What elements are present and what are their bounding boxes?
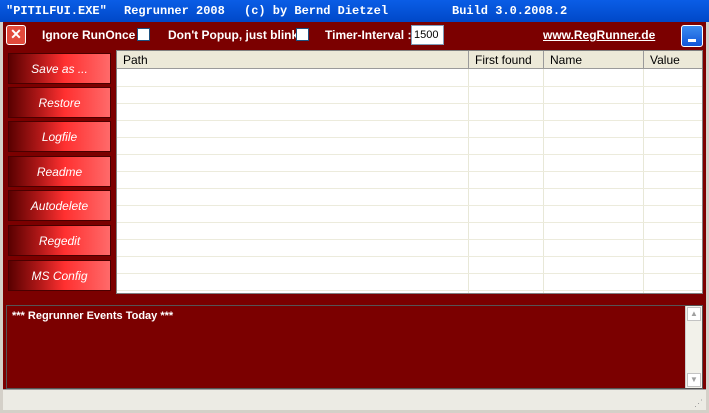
column-header-path[interactable]: Path bbox=[117, 51, 469, 69]
grid-row-line bbox=[117, 256, 702, 257]
close-icon: ✕ bbox=[10, 26, 22, 42]
minimize-button[interactable] bbox=[681, 25, 703, 47]
grid-row-line bbox=[117, 137, 702, 138]
grid-row-line bbox=[117, 290, 702, 291]
logfile-button[interactable]: Logfile bbox=[8, 121, 111, 152]
grid-row-line bbox=[117, 86, 702, 87]
save-as-button[interactable]: Save as ... bbox=[8, 53, 111, 84]
grid-row-line bbox=[117, 188, 702, 189]
scroll-up-arrow-icon[interactable]: ▲ bbox=[687, 307, 701, 321]
top-options-bar: ✕ Ignore RunOnce Don't Popup, just blink… bbox=[3, 22, 706, 50]
grid-row-line bbox=[117, 273, 702, 274]
title-name: Regrunner 2008 bbox=[124, 4, 225, 18]
events-log-text: *** Regrunner Events Today *** bbox=[12, 310, 174, 322]
main-frame: ✕ Ignore RunOnce Don't Popup, just blink… bbox=[3, 22, 706, 410]
column-header-name[interactable]: Name bbox=[544, 51, 644, 69]
timer-interval-input[interactable] bbox=[411, 25, 444, 45]
title-app: "PITILFUI.EXE" bbox=[6, 4, 107, 18]
readme-button[interactable]: Readme bbox=[8, 156, 111, 187]
grid-row-line bbox=[117, 222, 702, 223]
title-bar: "PITILFUI.EXE" Regrunner 2008 (c) by Ber… bbox=[0, 0, 709, 22]
title-copyright: (c) by Bernd Dietzel bbox=[244, 4, 389, 18]
restore-button[interactable]: Restore bbox=[8, 87, 111, 118]
scroll-down-arrow-icon[interactable]: ▼ bbox=[687, 373, 701, 387]
minimize-icon bbox=[688, 39, 696, 42]
grid-row-line bbox=[117, 103, 702, 104]
results-grid[interactable]: Path First found Name Value bbox=[116, 50, 703, 294]
grid-row-line bbox=[117, 120, 702, 121]
status-bar: ⋰ bbox=[3, 389, 706, 410]
grid-row-line bbox=[117, 205, 702, 206]
grid-row-line bbox=[117, 154, 702, 155]
grid-header: Path First found Name Value bbox=[117, 51, 702, 69]
events-scrollbar[interactable]: ▲ ▼ bbox=[685, 306, 702, 388]
regedit-button[interactable]: Regedit bbox=[8, 225, 111, 256]
timer-interval-label: Timer-Interval : bbox=[325, 28, 412, 42]
column-header-value[interactable]: Value bbox=[644, 51, 702, 69]
ignore-runonce-label: Ignore RunOnce bbox=[42, 28, 136, 42]
autodelete-button[interactable]: Autodelete bbox=[8, 190, 111, 221]
grid-row-line bbox=[117, 239, 702, 240]
title-build: Build 3.0.2008.2 bbox=[452, 4, 568, 18]
dont-popup-checkbox[interactable] bbox=[296, 28, 309, 41]
ms-config-button[interactable]: MS Config bbox=[8, 260, 111, 291]
events-log[interactable]: *** Regrunner Events Today *** ▲ ▼ bbox=[6, 305, 703, 389]
regrunner-website-link[interactable]: www.RegRunner.de bbox=[543, 28, 655, 42]
resize-grip-icon[interactable]: ⋰ bbox=[694, 398, 704, 408]
dont-popup-label: Don't Popup, just blink bbox=[168, 28, 299, 42]
grid-row-line bbox=[117, 171, 702, 172]
ignore-runonce-checkbox[interactable] bbox=[137, 28, 150, 41]
close-button[interactable]: ✕ bbox=[6, 25, 26, 45]
column-header-first-found[interactable]: First found bbox=[469, 51, 544, 69]
